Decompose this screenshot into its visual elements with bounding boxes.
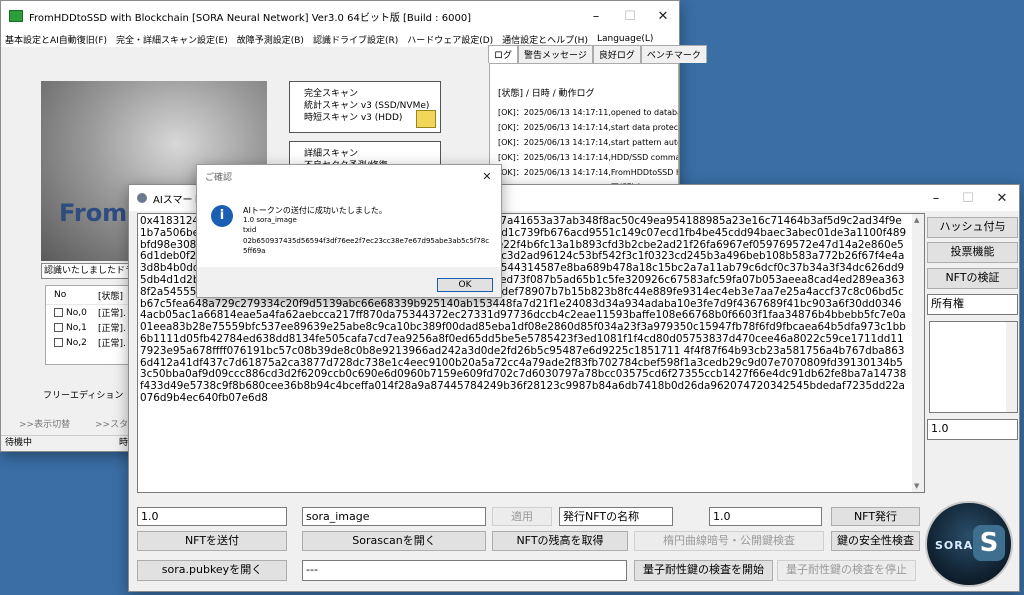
dialog-txid: 02b650937435d56594f3df76ee2f7ec23cc38e7e… (243, 237, 490, 255)
log-entry: [OK]：2025/06/13 14:17:11,opened to datab… (498, 108, 679, 117)
tab-3[interactable]: ベンチマーク (640, 45, 707, 63)
full-scan-button[interactable]: 完全スキャン 統計スキャン v3 (SSD/NVMe) 時短スキャン v3 (H… (289, 81, 441, 133)
apply-button[interactable]: 適用 (492, 507, 552, 526)
ecdsa-check-button[interactable]: 楕円曲線暗号・公開鍵検査 (634, 531, 824, 551)
status-left: 待機中 (5, 438, 33, 448)
ownership-scrollbar[interactable] (1006, 322, 1017, 412)
log-entry: [OK]：2025/06/13 14:17:14,start pattern a… (498, 138, 679, 147)
drive-checkbox[interactable] (54, 308, 63, 317)
log-entry: [OK]：2025/06/13 14:17:14,start data prot… (498, 123, 679, 132)
detail-scan-label: 詳細スキャン (304, 149, 359, 159)
log-tabs: ログ 警告メッセージ 良好ログ ベンチマーク (488, 45, 707, 63)
table-row[interactable]: No,2 [正常]. (46, 335, 134, 350)
drive-table-header-state: [状態] (98, 291, 124, 302)
ai-minimize-button[interactable]: – (919, 185, 953, 211)
table-row[interactable]: No,0 [正常]. (46, 305, 134, 320)
dollar-icon: S (973, 525, 1005, 561)
tab-0[interactable]: ログ (488, 45, 519, 63)
drive-no: No,1 (66, 322, 87, 333)
maximize-button[interactable]: ☐ (613, 1, 647, 31)
quantum-check-start-button[interactable]: 量子耐性鍵の検査を開始 (634, 560, 773, 581)
drive-no: No,2 (66, 337, 87, 348)
quantum-check-stop-button[interactable]: 量子耐性鍵の検査を停止 (777, 560, 916, 581)
status-right: 時 (119, 438, 129, 448)
toggle-view-button[interactable]: >>表示切替 (1, 418, 71, 432)
close-button[interactable]: ✕ (646, 1, 680, 31)
dialog-titlebar[interactable]: ご確認 ✕ (197, 165, 501, 187)
dialog-version: 1.0 sora_image (243, 216, 297, 224)
nft-issue-button[interactable]: NFT発行 (831, 507, 920, 526)
ownership-value-field[interactable]: 1.0 (927, 419, 1018, 440)
note-icon (416, 110, 436, 128)
nft-balance-button[interactable]: NFTの残高を取得 (492, 531, 628, 551)
drive-table: No [状態] No,0 [正常]. No,1 [正常]. No,2 [正常]. (45, 285, 135, 365)
drive-checkbox[interactable] (54, 338, 63, 347)
log-header: [状態] / 日時 / 動作ログ (498, 89, 595, 99)
main-window-title: FromHDDtoSSD with Blockchain [SORA Neura… (29, 12, 472, 24)
menu-item-3[interactable]: 認識ドライブ設定(R) (313, 33, 398, 46)
sora-badge-text: SORA (935, 539, 974, 552)
tab-2[interactable]: 良好ログ (592, 45, 641, 63)
main-titlebar[interactable]: FromHDDtoSSD with Blockchain [SORA Neura… (1, 1, 679, 31)
drive-checkbox[interactable] (54, 323, 63, 332)
log-entry: [OK]：2025/06/13 14:17:14,HDD/SSD comman (498, 153, 679, 162)
sorascan-button[interactable]: Sorascanを開く (302, 531, 486, 551)
recognized-drives-label: 認識いたしましたドライ (41, 263, 137, 279)
menu-item-2[interactable]: 故障予測設定(B) (237, 33, 304, 46)
drive-state: [正常]. (98, 309, 126, 319)
confirm-dialog: ご確認 ✕ i AIトークンの送付に成功いたしました。 1.0 sora_ima… (196, 164, 502, 298)
pubkey-field[interactable]: --- (302, 560, 627, 581)
ownership-list[interactable] (929, 321, 1018, 413)
table-row[interactable]: No,1 [正常]. (46, 320, 134, 335)
dialog-message: AIトークンの送付に成功いたしました。 (243, 206, 387, 215)
start-button[interactable]: >>スター (75, 418, 135, 444)
full-scan-label: 完全スキャン (304, 89, 359, 99)
app-icon (9, 10, 23, 22)
menu-item-0[interactable]: 基本設定とAI自動復旧(F) (5, 33, 107, 46)
edition-label: フリーエディション (43, 391, 124, 401)
drive-table-header-no: No (54, 290, 67, 300)
dialog-close-button[interactable]: ✕ (473, 165, 501, 187)
ai-close-button[interactable]: ✕ (985, 185, 1019, 211)
info-icon: i (211, 205, 233, 227)
pubkey-open-button[interactable]: sora.pubkeyを開く (137, 560, 287, 581)
menu-item-5[interactable]: 通信設定とヘルプ(H) (502, 33, 588, 46)
nft-value-field[interactable]: 1.0 (709, 507, 822, 526)
drive-state: [正常]. (98, 324, 126, 334)
minimize-button[interactable]: – (579, 1, 613, 31)
key-safety-button[interactable]: 鍵の安全性検査 (831, 531, 920, 551)
menu-item-4[interactable]: ハードウェア設定(D) (407, 33, 493, 46)
ai-maximize-button[interactable]: ☐ (951, 185, 985, 211)
nft-verify-button[interactable]: NFTの検証 (927, 268, 1018, 289)
menu-item-6[interactable]: Language(L) (597, 34, 653, 44)
dialog-ok-button[interactable]: OK (437, 278, 493, 292)
dialog-txid-label: txid (243, 226, 257, 234)
image-name-field[interactable]: sora_image (302, 507, 486, 526)
amount-field[interactable]: 1.0 (137, 507, 287, 526)
dialog-title: ご確認 (205, 172, 233, 183)
token-scrollbar[interactable]: ▲ ▼ (912, 214, 924, 492)
log-entry: [OK]：2025/06/13 14:17:14,FromHDDtoSSD ha (498, 168, 679, 177)
tab-1[interactable]: 警告メッセージ (518, 45, 593, 63)
nft-name-label: 発行NFTの名称 (559, 507, 673, 526)
ownership-field[interactable]: 所有権 (927, 294, 1018, 315)
drive-no: No,0 (66, 307, 87, 318)
menu-item-1[interactable]: 完全・詳細スキャン設定(E) (116, 33, 228, 46)
sora-badge-logo: SORA S (925, 501, 1013, 587)
dialog-body: i AIトークンの送付に成功いたしました。 1.0 sora_image txi… (197, 187, 501, 267)
ai-app-icon (137, 193, 147, 203)
vote-button[interactable]: 投票機能 (927, 242, 1018, 263)
nft-send-button[interactable]: NFTを送付 (137, 531, 287, 551)
drive-state: [正常]. (98, 339, 126, 349)
hash-button[interactable]: ハッシュ付与 (927, 217, 1018, 238)
